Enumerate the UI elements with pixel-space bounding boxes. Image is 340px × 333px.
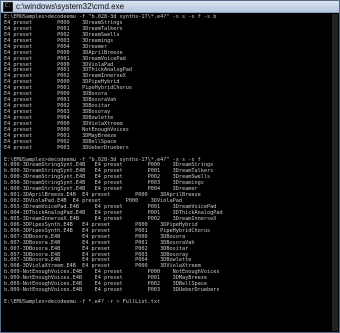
cmd-icon: C: bbox=[3, 1, 13, 12]
title-bar[interactable]: C: c:\windows\system32\cmd.exe bbox=[1, 1, 339, 13]
vertical-scrollbar[interactable] bbox=[332, 14, 338, 331]
window-title: c:\windows\system32\cmd.exe bbox=[16, 2, 125, 11]
console-line: E:\EMUSamples>decodeemu -f *.e4? -r > Fu… bbox=[4, 299, 161, 305]
console-output[interactable]: E:\EMUSamples>decodeemu -f "b.028-3d syn… bbox=[1, 13, 339, 333]
cmd-window: C: c:\windows\system32\cmd.exe E:\EMUSam… bbox=[0, 0, 340, 333]
